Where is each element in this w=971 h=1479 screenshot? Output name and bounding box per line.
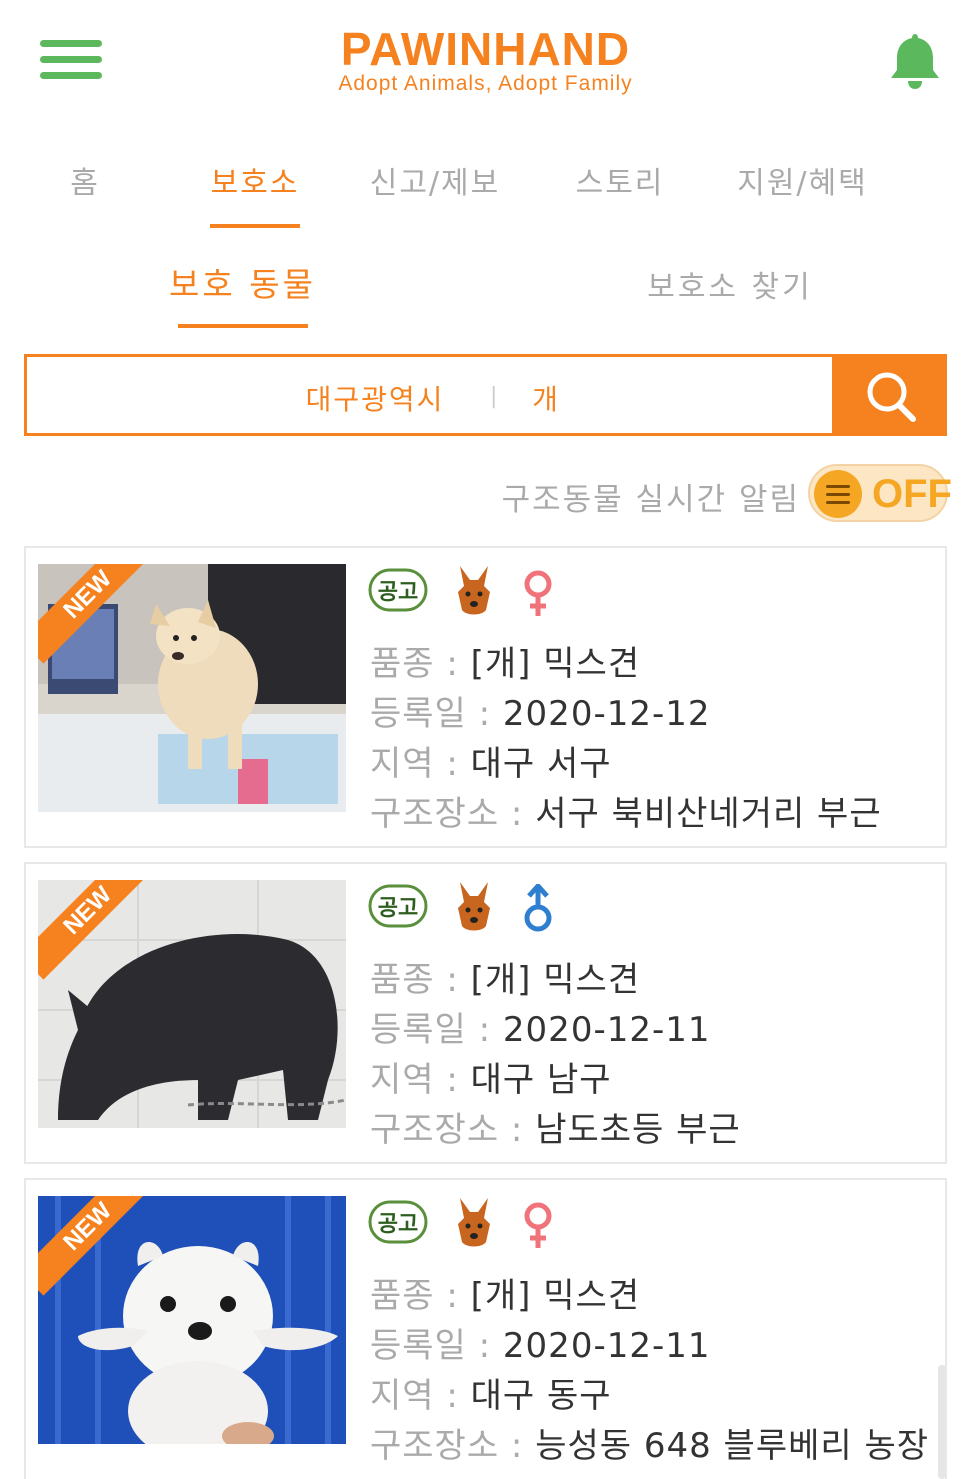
place-row: 구조장소 : 능성동 648 블루베리 농장 <box>370 1418 929 1467</box>
notice-badge-icon: 공고 <box>368 884 428 928</box>
search-separator: | <box>490 384 498 409</box>
dog-icon <box>458 882 490 931</box>
bell-icon[interactable] <box>886 30 944 90</box>
animal-photo: NEW <box>38 1196 346 1444</box>
date-row: 등록일 : 2020-12-12 <box>370 686 711 735</box>
place-row: 구조장소 : 서구 북비산네거리 부근 <box>370 786 882 835</box>
area-value: 대구 서구 <box>470 744 612 784</box>
area-value: 대구 동구 <box>470 1376 612 1416</box>
dog-icon <box>458 566 490 615</box>
animal-card[interactable]: NEW 공고 품종 : [개] 믹스견 등록일 : 2020-12-11 지역 … <box>24 1178 947 1479</box>
app-logo-title: PAWINHAND <box>340 23 631 75</box>
area-label: 지역 : <box>370 1376 471 1416</box>
breed-row: 품종 : [개] 믹스견 <box>370 952 640 1001</box>
svg-text:공고: 공고 <box>378 1212 418 1237</box>
animal-photo: NEW <box>38 564 346 812</box>
breed-value: [개] 믹스견 <box>470 1276 641 1316</box>
realtime-alert-label: 구조동물 실시간 알림 <box>501 482 800 518</box>
date-row: 등록일 : 2020-12-11 <box>370 1318 711 1367</box>
date-value: 2020-12-11 <box>502 1010 711 1050</box>
animal-card[interactable]: NEW 공고 품종 : [개] 믹스견 등록일 : 2020-12-11 지역 … <box>24 862 947 1164</box>
breed-value: [개] 믹스견 <box>470 644 641 684</box>
toggle-knob-icon <box>814 470 862 518</box>
app-logo-subtitle: Adopt Animals, Adopt Family <box>338 72 633 95</box>
area-row: 지역 : 대구 서구 <box>370 736 612 785</box>
search-button[interactable] <box>832 354 947 436</box>
place-label: 구조장소 : <box>370 1110 536 1150</box>
search-icon <box>867 372 916 422</box>
date-value: 2020-12-11 <box>502 1326 711 1366</box>
breed-label: 품종 : <box>370 644 471 684</box>
svg-text:공고: 공고 <box>378 580 418 605</box>
date-value: 2020-12-12 <box>502 694 711 734</box>
date-label: 등록일 : <box>370 694 503 734</box>
area-row: 지역 : 대구 동구 <box>370 1368 612 1417</box>
tab-support[interactable]: 지원/혜택 <box>725 158 880 202</box>
animal-card[interactable]: NEW 공고 품종 : [개] 믹스견 등록일 : 2020-12-12 지역 … <box>24 546 947 848</box>
realtime-alert-toggle[interactable]: OFF <box>808 464 952 522</box>
breed-row: 품종 : [개] 믹스견 <box>370 636 640 685</box>
date-label: 등록일 : <box>370 1010 503 1050</box>
notice-badge-icon: 공고 <box>368 568 428 612</box>
subtab-find-shelter[interactable]: 보호소 찾기 <box>630 262 830 306</box>
place-label: 구조장소 : <box>370 794 536 834</box>
female-icon <box>524 570 552 616</box>
date-label: 등록일 : <box>370 1326 503 1366</box>
subtab-underline <box>178 324 308 328</box>
dog-icon <box>458 1198 490 1247</box>
subtab-protected-animals[interactable]: 보호 동물 <box>160 258 325 306</box>
notice-badge-icon: 공고 <box>368 1200 428 1244</box>
toggle-state-text: OFF <box>872 472 952 516</box>
place-row: 구조장소 : 남도초등 부근 <box>370 1102 741 1151</box>
date-row: 등록일 : 2020-12-11 <box>370 1002 711 1051</box>
breed-row: 품종 : [개] 믹스견 <box>370 1268 640 1317</box>
area-value: 대구 남구 <box>470 1060 612 1100</box>
tab-shelter[interactable]: 보호소 <box>200 158 310 202</box>
animal-photo: NEW <box>38 880 346 1128</box>
animal-kind-select[interactable]: 개 <box>520 378 570 418</box>
area-label: 지역 : <box>370 1060 471 1100</box>
area-label: 지역 : <box>370 744 471 784</box>
area-row: 지역 : 대구 남구 <box>370 1052 612 1101</box>
male-icon <box>524 884 552 932</box>
place-value: 서구 북비산네거리 부근 <box>535 794 882 834</box>
place-value: 남도초등 부근 <box>535 1110 741 1150</box>
place-label: 구조장소 : <box>370 1426 536 1466</box>
tab-shelter-underline <box>210 224 300 228</box>
svg-text:공고: 공고 <box>378 896 418 921</box>
tab-report[interactable]: 신고/제보 <box>360 158 510 202</box>
search-bar <box>24 354 947 436</box>
tab-home[interactable]: 홈 <box>55 158 115 202</box>
female-icon <box>524 1202 552 1248</box>
place-value: 능성동 648 블루베리 농장 <box>535 1426 930 1466</box>
breed-value: [개] 믹스견 <box>470 960 641 1000</box>
breed-label: 품종 : <box>370 960 471 1000</box>
tab-story[interactable]: 스토리 <box>565 158 675 202</box>
region-select[interactable]: 대구광역시 <box>290 378 460 418</box>
breed-label: 품종 : <box>370 1276 471 1316</box>
scrollbar[interactable] <box>938 1365 946 1479</box>
